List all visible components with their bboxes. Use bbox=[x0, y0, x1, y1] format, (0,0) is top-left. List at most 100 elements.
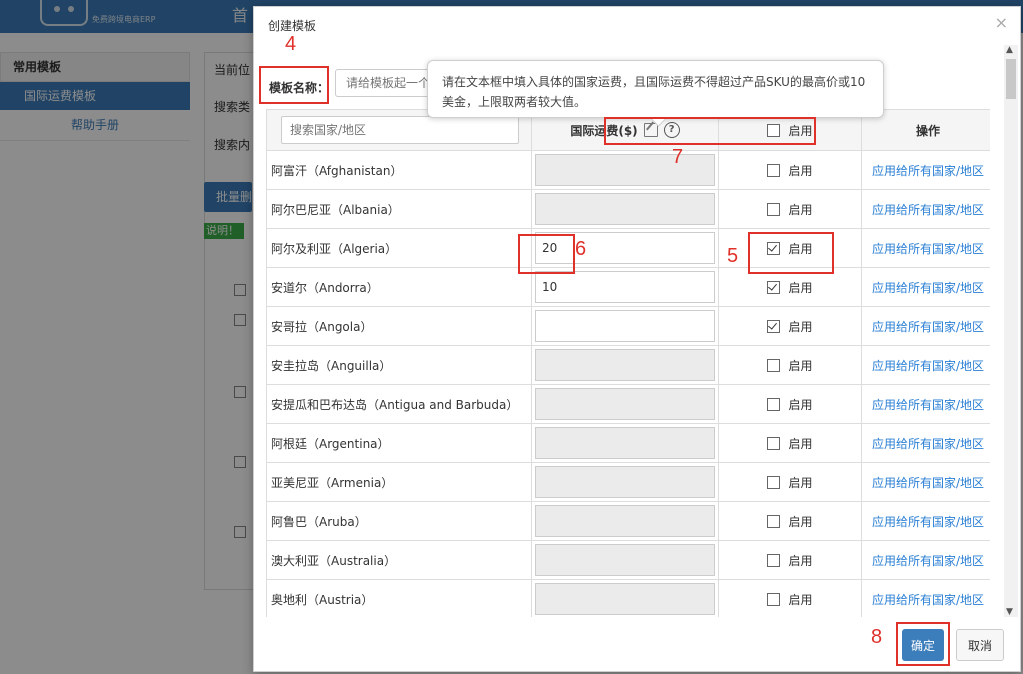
apply-to-all-link[interactable]: 应用给所有国家/地区 bbox=[872, 281, 984, 295]
enable-label: 启用 bbox=[788, 319, 813, 334]
apply-to-all-link[interactable]: 应用给所有国家/地区 bbox=[872, 320, 984, 334]
enable-label: 启用 bbox=[788, 436, 813, 451]
enable-cell: 启用 bbox=[718, 423, 862, 463]
apply-to-all-link[interactable]: 应用给所有国家/地区 bbox=[872, 476, 984, 490]
country-name: 安哥拉（Angola） bbox=[266, 306, 532, 346]
fee-input[interactable] bbox=[535, 193, 715, 225]
tooltip-text: 请在文本框中填入具体的国家运费，且国际运费不得超过产品SKU的最高价或10美金，… bbox=[442, 75, 866, 109]
action-cell: 应用给所有国家/地区 bbox=[861, 306, 990, 346]
apply-to-all-link[interactable]: 应用给所有国家/地区 bbox=[872, 437, 984, 451]
enable-checkbox[interactable] bbox=[767, 241, 781, 255]
help-icon[interactable]: ? bbox=[663, 122, 680, 138]
action-cell: 应用给所有国家/地区 bbox=[861, 267, 990, 307]
enable-label: 启用 bbox=[788, 358, 813, 373]
enable-label: 启用 bbox=[788, 397, 813, 412]
action-cell: 应用给所有国家/地区 bbox=[861, 228, 990, 268]
fee-input[interactable] bbox=[535, 271, 715, 303]
action-cell: 应用给所有国家/地区 bbox=[861, 501, 990, 541]
enable-cell: 启用 bbox=[718, 501, 862, 541]
enable-all-checkbox[interactable] bbox=[767, 123, 781, 137]
close-icon[interactable]: × bbox=[995, 13, 1008, 32]
enable-cell: 启用 bbox=[718, 540, 862, 580]
action-cell: 应用给所有国家/地区 bbox=[861, 384, 990, 424]
scrollbar-thumb[interactable] bbox=[1006, 59, 1016, 99]
template-name-label: 模板名称： bbox=[269, 81, 330, 95]
enable-checkbox[interactable] bbox=[767, 514, 781, 528]
enable-checkbox[interactable] bbox=[767, 553, 781, 567]
fee-input[interactable] bbox=[535, 154, 715, 186]
table-row: 阿富汗（Afghanistan） 启用 应用给所有国家/地区 bbox=[266, 150, 990, 190]
scroll-up-icon[interactable]: ▲ bbox=[1006, 45, 1013, 55]
table-row: 阿根廷（Argentina） 启用 应用给所有国家/地区 bbox=[266, 423, 990, 463]
confirm-button[interactable]: 确定 bbox=[902, 629, 944, 661]
enable-cell: 启用 bbox=[718, 150, 862, 190]
table-row: 澳大利亚（Australia） 启用 应用给所有国家/地区 bbox=[266, 540, 990, 580]
fee-cell bbox=[531, 462, 719, 502]
enable-cell: 启用 bbox=[718, 189, 862, 229]
enable-checkbox[interactable] bbox=[767, 202, 781, 216]
annotation-number-8: 8 bbox=[871, 626, 883, 648]
enable-checkbox[interactable] bbox=[767, 592, 781, 606]
fee-input[interactable] bbox=[535, 544, 715, 576]
table-row: 阿尔及利亚（Algeria） 启用 应用给所有国家/地区 bbox=[266, 228, 990, 268]
table-row: 安提瓜和巴布达岛（Antigua and Barbuda） 启用 应用给所有国家/地… bbox=[266, 384, 990, 424]
apply-to-all-link[interactable]: 应用给所有国家/地区 bbox=[872, 242, 984, 256]
fee-cell bbox=[531, 306, 719, 346]
fee-input[interactable] bbox=[535, 505, 715, 537]
fee-cell bbox=[531, 501, 719, 541]
fee-cell bbox=[531, 150, 719, 190]
fee-input[interactable] bbox=[535, 232, 715, 264]
apply-to-all-link[interactable]: 应用给所有国家/地区 bbox=[872, 398, 984, 412]
fee-header-label: 国际运费($) bbox=[570, 123, 638, 138]
enable-checkbox[interactable] bbox=[767, 475, 781, 489]
cancel-button[interactable]: 取消 bbox=[956, 629, 1004, 661]
fee-cell bbox=[531, 228, 719, 268]
enable-checkbox[interactable] bbox=[767, 358, 781, 372]
country-search-input[interactable] bbox=[281, 116, 519, 144]
edit-icon[interactable] bbox=[643, 123, 658, 137]
action-cell: 应用给所有国家/地区 bbox=[861, 189, 990, 229]
enable-label: 启用 bbox=[788, 202, 813, 217]
fee-input[interactable] bbox=[535, 388, 715, 420]
enable-cell: 启用 bbox=[718, 579, 862, 617]
enable-checkbox[interactable] bbox=[767, 397, 781, 411]
enable-checkbox[interactable] bbox=[767, 280, 781, 294]
enable-checkbox[interactable] bbox=[767, 436, 781, 450]
action-cell: 应用给所有国家/地区 bbox=[861, 150, 990, 190]
fee-cell bbox=[531, 267, 719, 307]
action-cell: 应用给所有国家/地区 bbox=[861, 345, 990, 385]
apply-to-all-link[interactable]: 应用给所有国家/地区 bbox=[872, 203, 984, 217]
table-row: 安道尔（Andorra） 启用 应用给所有国家/地区 bbox=[266, 267, 990, 307]
enable-cell: 启用 bbox=[718, 384, 862, 424]
fee-input[interactable] bbox=[535, 466, 715, 498]
apply-to-all-link[interactable]: 应用给所有国家/地区 bbox=[872, 164, 984, 178]
country-name: 澳大利亚（Australia） bbox=[266, 540, 532, 580]
fee-input[interactable] bbox=[535, 427, 715, 459]
country-name: 安提瓜和巴布达岛（Antigua and Barbuda） bbox=[266, 384, 532, 424]
action-cell: 应用给所有国家/地区 bbox=[861, 423, 990, 463]
scroll-down-icon[interactable]: ▼ bbox=[1006, 607, 1013, 617]
action-cell: 应用给所有国家/地区 bbox=[861, 462, 990, 502]
country-name: 阿鲁巴（Aruba） bbox=[266, 501, 532, 541]
fee-input[interactable] bbox=[535, 349, 715, 381]
enable-label: 启用 bbox=[788, 280, 813, 295]
enable-checkbox[interactable] bbox=[767, 319, 781, 333]
apply-to-all-link[interactable]: 应用给所有国家/地区 bbox=[872, 359, 984, 373]
annotation-number-5: 5 bbox=[727, 245, 739, 267]
enable-cell: 启用 bbox=[718, 267, 862, 307]
enable-checkbox[interactable] bbox=[767, 163, 781, 177]
enable-label: 启用 bbox=[788, 475, 813, 490]
enable-cell: 启用 bbox=[718, 228, 862, 268]
apply-to-all-link[interactable]: 应用给所有国家/地区 bbox=[872, 593, 984, 607]
fee-input[interactable] bbox=[535, 310, 715, 342]
dialog-title: 创建模板 bbox=[268, 19, 317, 33]
country-fee-table-container[interactable]: 国际运费($) ? 启用 操作 阿富汗（Afghanistan）启用应用给所有国… bbox=[266, 109, 990, 617]
apply-to-all-link[interactable]: 应用给所有国家/地区 bbox=[872, 515, 984, 529]
table-scrollbar[interactable]: ▲ ▼ bbox=[1004, 45, 1018, 617]
fee-help-tooltip: 请在文本框中填入具体的国家运费，且国际运费不得超过产品SKU的最高价或10美金，… bbox=[427, 60, 884, 127]
apply-to-all-link[interactable]: 应用给所有国家/地区 bbox=[872, 554, 984, 568]
fee-input[interactable] bbox=[535, 583, 715, 615]
enable-cell: 启用 bbox=[718, 306, 862, 346]
fee-cell bbox=[531, 540, 719, 580]
country-name: 阿尔及利亚（Algeria） bbox=[266, 228, 532, 268]
